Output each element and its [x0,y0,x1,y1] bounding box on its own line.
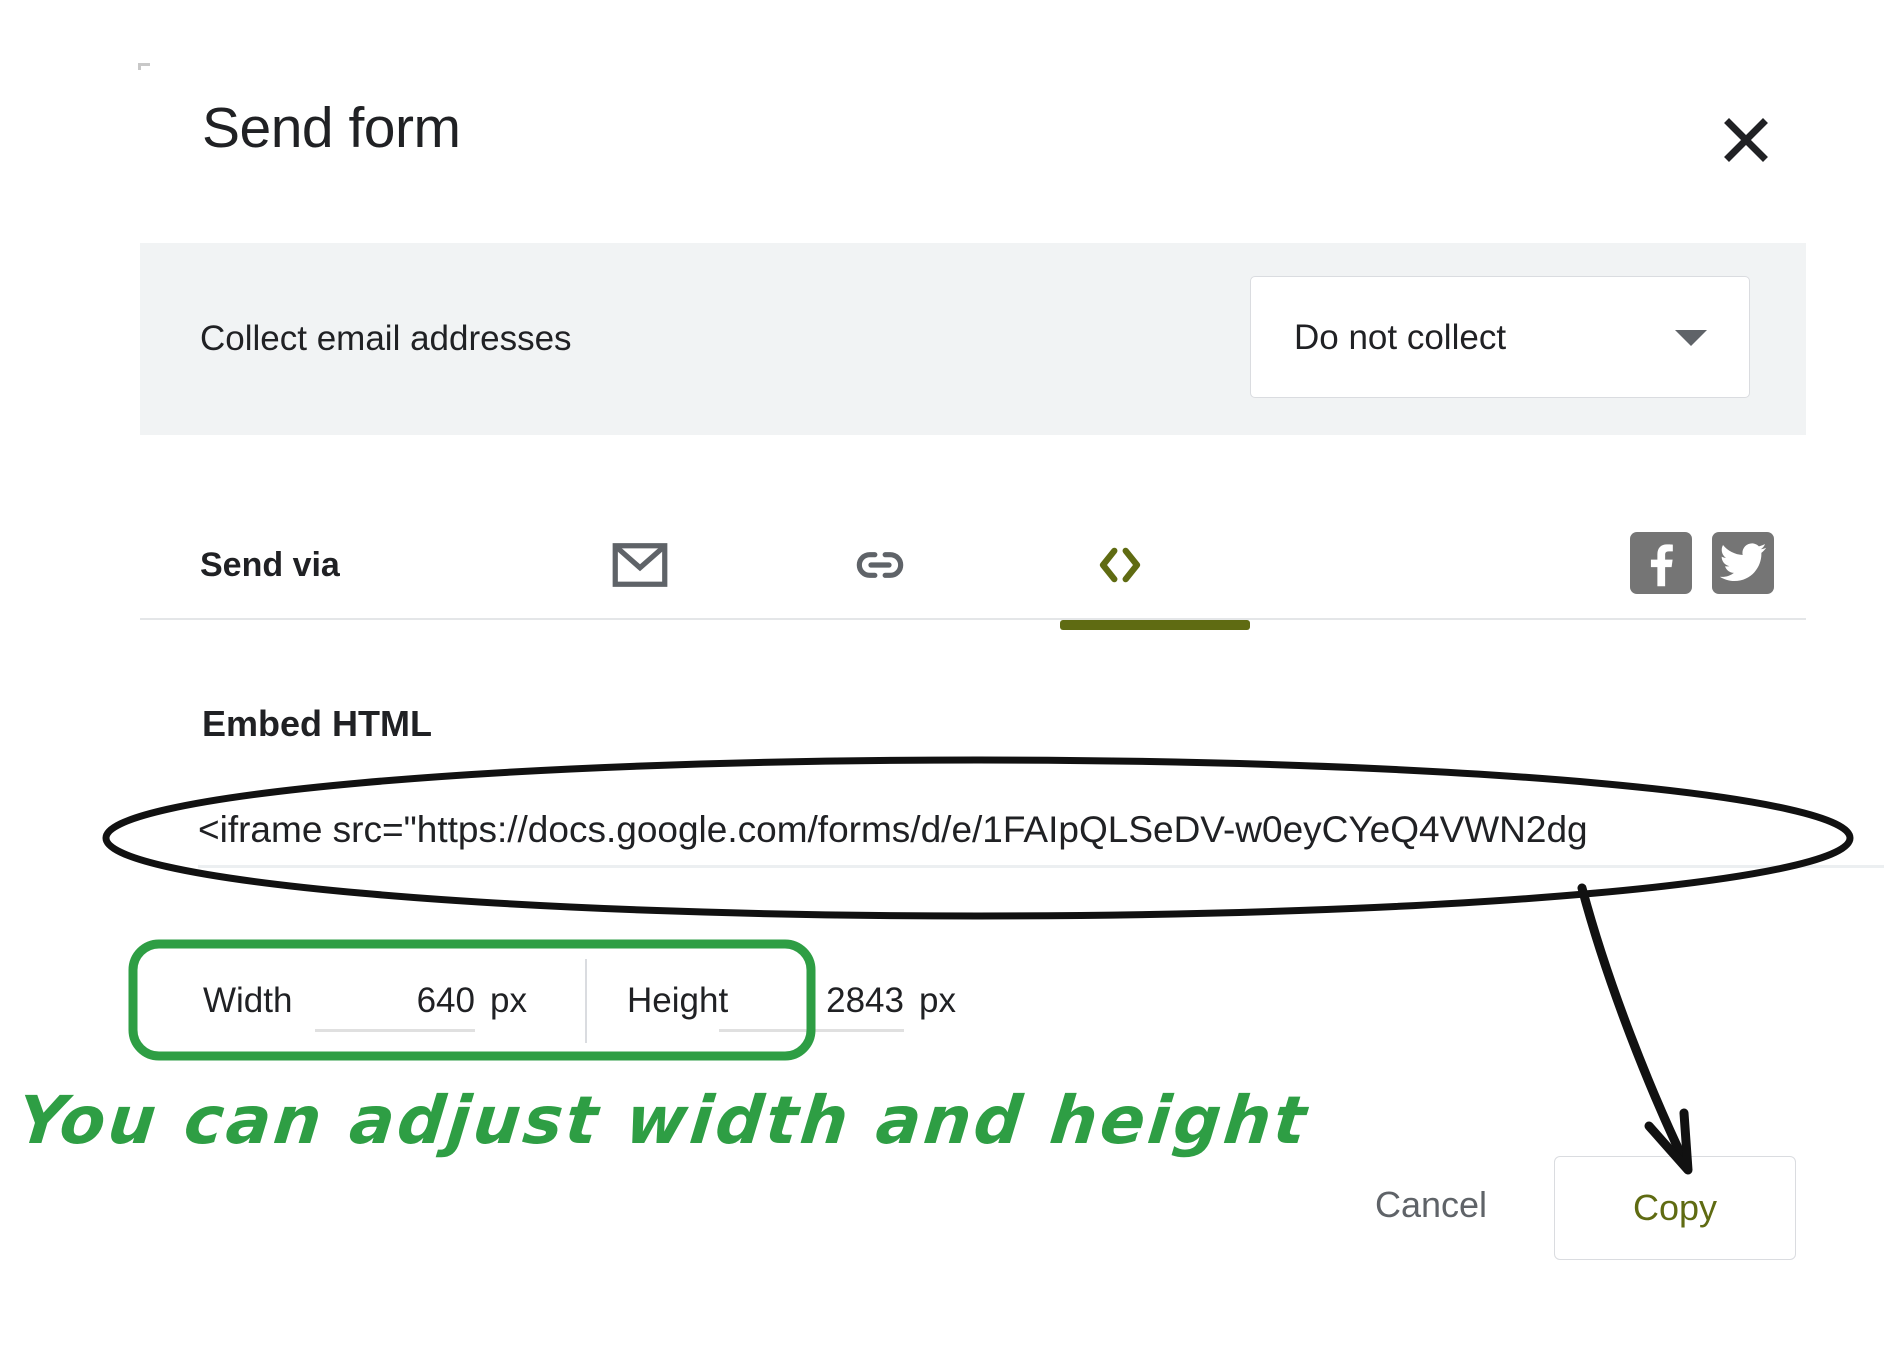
height-label: Height [627,981,729,1020]
embed-html-input-underline [198,865,1884,868]
active-tab-indicator [1060,620,1250,630]
send-via-row: Send via [140,510,1806,630]
facebook-icon [1650,544,1673,587]
collect-email-select-value: Do not collect [1294,318,1507,357]
chevron-down-icon [1675,330,1707,346]
height-unit: px [919,981,956,1020]
height-input-underline [719,1029,904,1032]
width-unit: px [490,981,527,1020]
collect-email-label: Collect email addresses [200,319,572,358]
close-icon [1724,118,1768,162]
embed-html-input-value: <iframe src="https://docs.google.com/for… [198,809,1588,850]
share-facebook-button[interactable] [1630,532,1692,594]
email-icon [612,543,668,587]
send-via-label: Send via [200,545,340,584]
height-input[interactable]: 2843 [719,953,904,1049]
annotation-note-text: You can adjust width and height [13,1082,1313,1159]
height-field[interactable]: Height 2843 px [589,953,985,1049]
dialog-header: Send form [0,88,1884,188]
tab-send-via-link[interactable] [820,510,940,620]
copy-button[interactable]: Copy [1554,1156,1796,1260]
page-title: Send form [202,96,461,160]
width-input[interactable]: 640 [315,953,475,1049]
tab-send-via-email[interactable] [580,510,700,620]
close-button[interactable] [1712,106,1780,174]
collect-email-row: Collect email addresses Do not collect [140,243,1806,435]
embed-html-input[interactable]: <iframe src="https://docs.google.com/for… [198,795,1884,870]
width-label: Width [203,981,293,1020]
dialog-corner-mark [138,63,150,70]
share-twitter-button[interactable] [1712,532,1774,594]
link-icon [856,552,904,578]
send-via-divider [140,618,1806,620]
tab-send-via-embed[interactable] [1060,510,1180,620]
embed-size-fields: Width 640 px Height 2843 px [165,953,985,1049]
code-embed-icon [1099,547,1141,583]
width-field[interactable]: Width 640 px [165,953,585,1049]
collect-email-select[interactable]: Do not collect [1250,276,1750,398]
embed-html-heading: Embed HTML [202,703,432,744]
size-fields-divider [585,959,587,1043]
twitter-icon [1719,543,1767,582]
cancel-button[interactable]: Cancel [1336,1168,1526,1242]
width-input-underline [315,1029,475,1032]
